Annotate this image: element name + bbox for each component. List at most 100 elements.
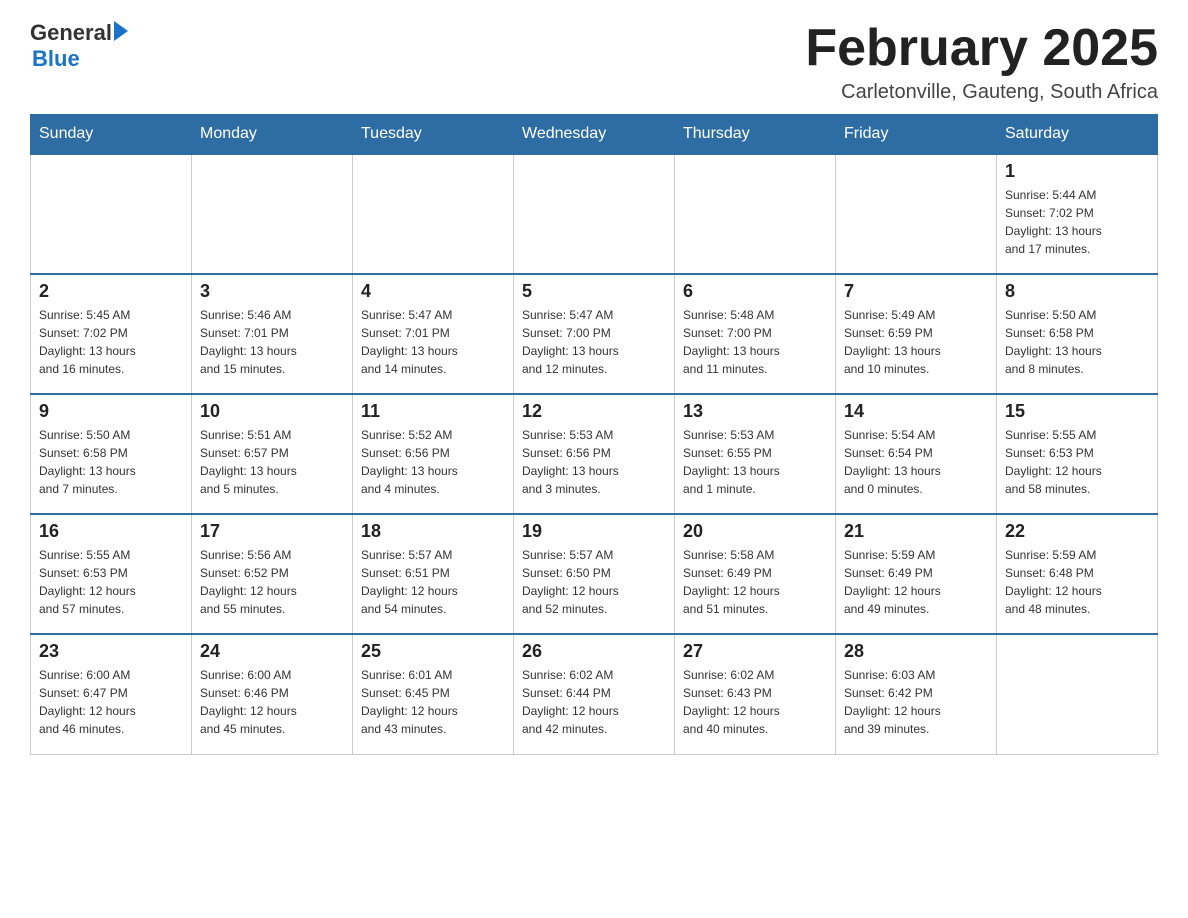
calendar-cell: 24 Sunrise: 6:00 AM Sunset: 6:46 PM Dayli…: [192, 634, 353, 754]
calendar-cell: 20 Sunrise: 5:58 AM Sunset: 6:49 PM Dayli…: [675, 514, 836, 634]
day-info: Sunrise: 5:53 AM Sunset: 6:56 PM Dayligh…: [522, 426, 666, 498]
calendar-cell: 5 Sunrise: 5:47 AM Sunset: 7:00 PM Daylig…: [514, 274, 675, 394]
location-text: Carletonville, Gauteng, South Africa: [805, 81, 1158, 104]
day-number: 24: [200, 641, 344, 662]
calendar-cell: 27 Sunrise: 6:02 AM Sunset: 6:43 PM Dayli…: [675, 634, 836, 754]
day-info: Sunrise: 5:44 AM Sunset: 7:02 PM Dayligh…: [1005, 186, 1149, 258]
calendar-cell: [353, 154, 514, 274]
calendar-table: SundayMondayTuesdayWednesdayThursdayFrid…: [30, 114, 1158, 755]
day-number: 8: [1005, 281, 1149, 302]
week-row-4: 16Sunrise: 5:55 AM Sunset: 6:53 PM Dayli…: [31, 514, 1158, 634]
day-number: 9: [39, 401, 183, 422]
day-info: Sunrise: 5:54 AM Sunset: 6:54 PM Dayligh…: [844, 426, 988, 498]
day-info: Sunrise: 5:59 AM Sunset: 6:48 PM Dayligh…: [1005, 546, 1149, 618]
day-number: 13: [683, 401, 827, 422]
day-number: 18: [361, 521, 505, 542]
month-title: February 2025: [805, 20, 1158, 77]
day-number: 17: [200, 521, 344, 542]
logo-blue-text: Blue: [32, 46, 80, 72]
day-number: 5: [522, 281, 666, 302]
day-number: 14: [844, 401, 988, 422]
day-number: 27: [683, 641, 827, 662]
day-info: Sunrise: 5:50 AM Sunset: 6:58 PM Dayligh…: [39, 426, 183, 498]
calendar-cell: [514, 154, 675, 274]
day-number: 1: [1005, 161, 1149, 182]
week-row-5: 23 Sunrise: 6:00 AM Sunset: 6:47 PM Dayli…: [31, 634, 1158, 754]
day-number: 6: [683, 281, 827, 302]
calendar-cell: 4Sunrise: 5:47 AM Sunset: 7:01 PM Daylig…: [353, 274, 514, 394]
day-number: 19: [522, 521, 666, 542]
calendar-cell: 6 Sunrise: 5:48 AM Sunset: 7:00 PM Daylig…: [675, 274, 836, 394]
logo-general-text: General: [30, 20, 112, 46]
day-number: 15: [1005, 401, 1149, 422]
weekday-header-row: SundayMondayTuesdayWednesdayThursdayFrid…: [31, 115, 1158, 155]
day-info: Sunrise: 5:58 AM Sunset: 6:49 PM Dayligh…: [683, 546, 827, 618]
day-info: Sunrise: 5:48 AM Sunset: 7:00 PM Dayligh…: [683, 306, 827, 378]
day-info: Sunrise: 5:57 AM Sunset: 6:50 PM Dayligh…: [522, 546, 666, 618]
calendar-cell: [675, 154, 836, 274]
day-number: 23: [39, 641, 183, 662]
day-number: 22: [1005, 521, 1149, 542]
day-info: Sunrise: 6:00 AM Sunset: 6:46 PM Dayligh…: [200, 666, 344, 738]
day-number: 21: [844, 521, 988, 542]
calendar-cell: 7Sunrise: 5:49 AM Sunset: 6:59 PM Daylig…: [836, 274, 997, 394]
day-info: Sunrise: 5:46 AM Sunset: 7:01 PM Dayligh…: [200, 306, 344, 378]
day-number: 3: [200, 281, 344, 302]
calendar-cell: 13Sunrise: 5:53 AM Sunset: 6:55 PM Dayli…: [675, 394, 836, 514]
day-info: Sunrise: 5:45 AM Sunset: 7:02 PM Dayligh…: [39, 306, 183, 378]
day-number: 28: [844, 641, 988, 662]
calendar-cell: 15 Sunrise: 5:55 AM Sunset: 6:53 PM Dayli…: [997, 394, 1158, 514]
calendar-cell: 12 Sunrise: 5:53 AM Sunset: 6:56 PM Dayli…: [514, 394, 675, 514]
weekday-header-sunday: Sunday: [31, 115, 192, 155]
day-info: Sunrise: 5:51 AM Sunset: 6:57 PM Dayligh…: [200, 426, 344, 498]
weekday-header-monday: Monday: [192, 115, 353, 155]
day-info: Sunrise: 6:03 AM Sunset: 6:42 PM Dayligh…: [844, 666, 988, 738]
page-header: General Blue February 2025 Carletonville…: [30, 20, 1158, 104]
weekday-header-thursday: Thursday: [675, 115, 836, 155]
week-row-3: 9 Sunrise: 5:50 AM Sunset: 6:58 PM Daylig…: [31, 394, 1158, 514]
day-info: Sunrise: 5:57 AM Sunset: 6:51 PM Dayligh…: [361, 546, 505, 618]
day-info: Sunrise: 6:02 AM Sunset: 6:43 PM Dayligh…: [683, 666, 827, 738]
day-info: Sunrise: 5:59 AM Sunset: 6:49 PM Dayligh…: [844, 546, 988, 618]
day-info: Sunrise: 5:55 AM Sunset: 6:53 PM Dayligh…: [39, 546, 183, 618]
calendar-cell: 16Sunrise: 5:55 AM Sunset: 6:53 PM Dayli…: [31, 514, 192, 634]
title-section: February 2025 Carletonville, Gauteng, So…: [805, 20, 1158, 104]
day-number: 12: [522, 401, 666, 422]
day-info: Sunrise: 6:00 AM Sunset: 6:47 PM Dayligh…: [39, 666, 183, 738]
calendar-cell: 11 Sunrise: 5:52 AM Sunset: 6:56 PM Dayli…: [353, 394, 514, 514]
weekday-header-tuesday: Tuesday: [353, 115, 514, 155]
calendar-cell: 14 Sunrise: 5:54 AM Sunset: 6:54 PM Dayli…: [836, 394, 997, 514]
calendar-cell: 23 Sunrise: 6:00 AM Sunset: 6:47 PM Dayli…: [31, 634, 192, 754]
calendar-cell: 21 Sunrise: 5:59 AM Sunset: 6:49 PM Dayli…: [836, 514, 997, 634]
calendar-cell: 9 Sunrise: 5:50 AM Sunset: 6:58 PM Daylig…: [31, 394, 192, 514]
logo-arrow-icon: [114, 21, 128, 41]
day-info: Sunrise: 6:02 AM Sunset: 6:44 PM Dayligh…: [522, 666, 666, 738]
calendar-cell: 22 Sunrise: 5:59 AM Sunset: 6:48 PM Dayli…: [997, 514, 1158, 634]
calendar-cell: [31, 154, 192, 274]
week-row-1: 1 Sunrise: 5:44 AM Sunset: 7:02 PM Daylig…: [31, 154, 1158, 274]
day-info: Sunrise: 6:01 AM Sunset: 6:45 PM Dayligh…: [361, 666, 505, 738]
day-info: Sunrise: 5:52 AM Sunset: 6:56 PM Dayligh…: [361, 426, 505, 498]
day-info: Sunrise: 5:50 AM Sunset: 6:58 PM Dayligh…: [1005, 306, 1149, 378]
day-number: 11: [361, 401, 505, 422]
calendar-cell: 1 Sunrise: 5:44 AM Sunset: 7:02 PM Daylig…: [997, 154, 1158, 274]
calendar-cell: [836, 154, 997, 274]
calendar-cell: [997, 634, 1158, 754]
calendar-cell: 19 Sunrise: 5:57 AM Sunset: 6:50 PM Dayli…: [514, 514, 675, 634]
day-number: 7: [844, 281, 988, 302]
day-number: 25: [361, 641, 505, 662]
day-info: Sunrise: 5:55 AM Sunset: 6:53 PM Dayligh…: [1005, 426, 1149, 498]
day-number: 2: [39, 281, 183, 302]
day-number: 26: [522, 641, 666, 662]
calendar-cell: 10 Sunrise: 5:51 AM Sunset: 6:57 PM Dayli…: [192, 394, 353, 514]
calendar-cell: 25 Sunrise: 6:01 AM Sunset: 6:45 PM Dayli…: [353, 634, 514, 754]
week-row-2: 2 Sunrise: 5:45 AM Sunset: 7:02 PM Daylig…: [31, 274, 1158, 394]
weekday-header-wednesday: Wednesday: [514, 115, 675, 155]
logo: General Blue: [30, 20, 128, 72]
day-info: Sunrise: 5:47 AM Sunset: 7:00 PM Dayligh…: [522, 306, 666, 378]
day-number: 20: [683, 521, 827, 542]
calendar-cell: 18 Sunrise: 5:57 AM Sunset: 6:51 PM Dayli…: [353, 514, 514, 634]
day-number: 10: [200, 401, 344, 422]
weekday-header-friday: Friday: [836, 115, 997, 155]
day-info: Sunrise: 5:56 AM Sunset: 6:52 PM Dayligh…: [200, 546, 344, 618]
